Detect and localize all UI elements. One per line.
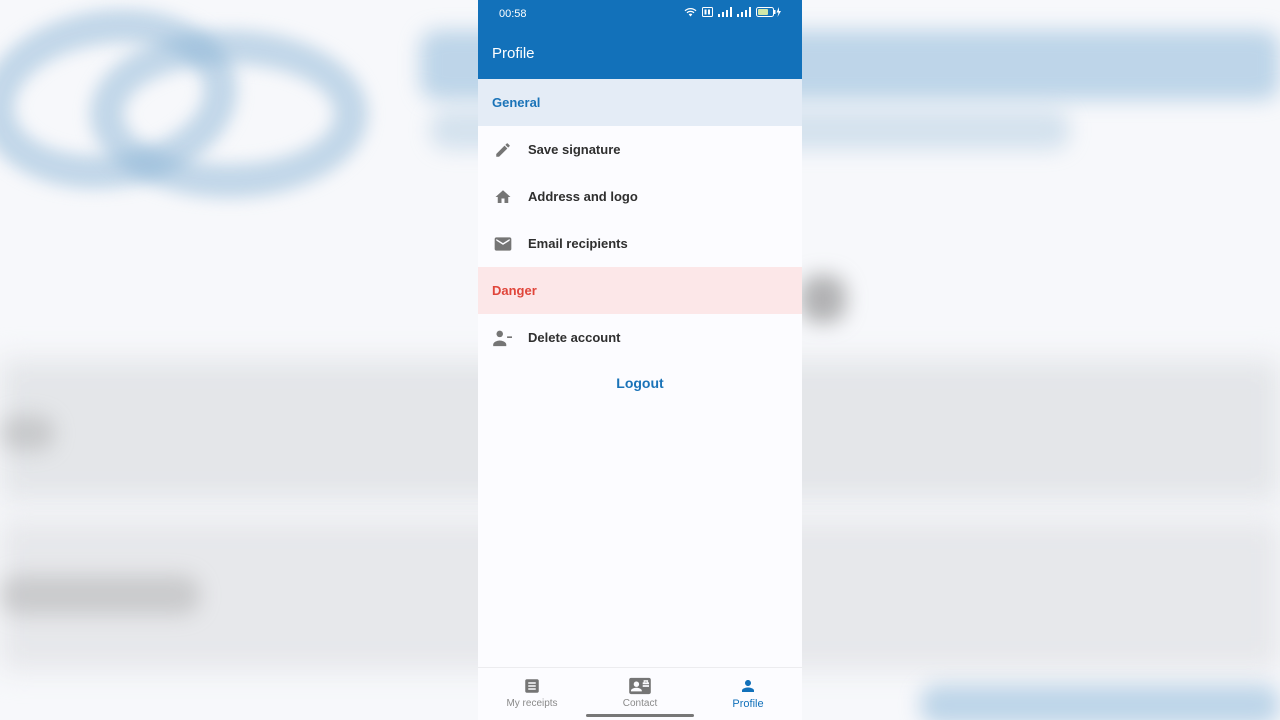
- section-header-general: General: [478, 79, 802, 126]
- section-label: Danger: [492, 283, 537, 298]
- volte-icon: [702, 7, 713, 17]
- item-label: Save signature: [528, 142, 621, 157]
- section-header-danger: Danger: [478, 267, 802, 314]
- status-bar: 00:58: [478, 0, 802, 28]
- contact-card-icon: [629, 677, 651, 695]
- mail-icon: [478, 234, 528, 254]
- nav-label: My receipts: [506, 698, 558, 709]
- save-signature-item[interactable]: Save signature: [478, 126, 802, 173]
- nav-my-receipts[interactable]: My receipts: [478, 668, 586, 720]
- receipt-icon: [525, 679, 539, 693]
- signal-icon: [718, 7, 732, 17]
- app-bar: 00:58 Profile: [478, 0, 802, 79]
- status-time: 00:58: [499, 8, 527, 20]
- nav-profile[interactable]: Profile: [694, 668, 802, 720]
- address-and-logo-item[interactable]: Address and logo: [478, 173, 802, 220]
- person-remove-icon: [478, 329, 528, 347]
- phone-screen: 00:58 Profile General Save signature Add…: [478, 0, 802, 720]
- nav-label: Profile: [732, 698, 764, 710]
- person-icon: [742, 680, 754, 692]
- background-blur: [0, 575, 200, 615]
- signal-icon: [737, 7, 751, 17]
- email-recipients-item[interactable]: Email recipients: [478, 220, 802, 267]
- item-label: Delete account: [528, 330, 621, 345]
- item-label: Email recipients: [528, 236, 628, 251]
- home-indicator[interactable]: [586, 714, 694, 717]
- nav-contact[interactable]: Contact: [586, 668, 694, 720]
- wifi-icon: [684, 7, 697, 17]
- background-ring: [90, 30, 368, 198]
- battery-icon: [756, 7, 781, 17]
- status-icons: [684, 7, 782, 17]
- background-blur: [920, 685, 1280, 720]
- logout-button[interactable]: Logout: [478, 363, 802, 403]
- bottom-navigation: My receipts Contact Profile: [478, 667, 802, 720]
- pencil-icon: [478, 141, 528, 159]
- background-blur: [800, 275, 846, 323]
- item-label: Address and logo: [528, 189, 638, 204]
- nav-label: Contact: [622, 698, 658, 709]
- background-blur: [0, 415, 55, 451]
- page-title: Profile: [492, 45, 535, 62]
- section-label: General: [492, 95, 541, 110]
- delete-account-item[interactable]: Delete account: [478, 314, 802, 361]
- home-icon: [478, 188, 528, 206]
